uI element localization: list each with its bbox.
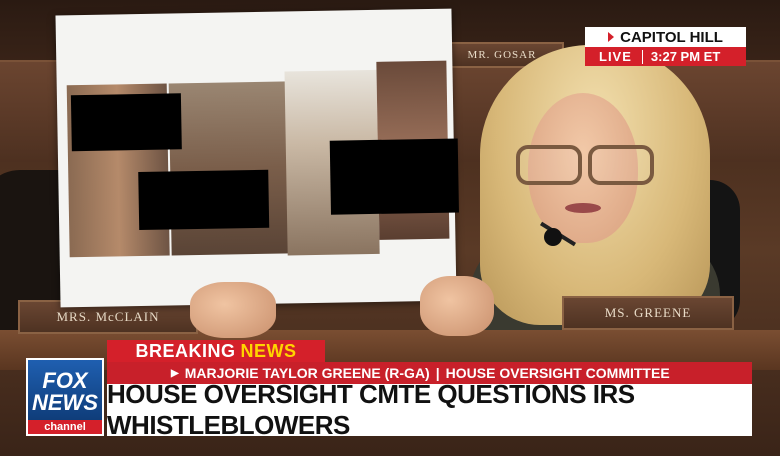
- hand-left: [190, 282, 276, 338]
- redaction-box: [138, 169, 270, 231]
- speaker-mouth: [565, 203, 601, 213]
- breaking-news-banner: BREAKING NEWS: [107, 340, 325, 362]
- fox-news-logo: FOX NEWS channel: [26, 358, 104, 436]
- speaker-glasses: [516, 145, 656, 185]
- glasses-lens-right: [588, 145, 654, 185]
- logo-line-3: channel: [28, 420, 102, 434]
- speaker-figure: [470, 45, 730, 345]
- hand-right: [420, 276, 494, 336]
- glasses-lens-left: [516, 145, 582, 185]
- poster-photo-2: [168, 81, 292, 256]
- video-frame: MR. GOSAR MRS. McCLAIN MS. GREENE CAPITO…: [0, 0, 780, 456]
- bug-network-label: CAPITOL HILL: [620, 28, 723, 46]
- microphone-head: [544, 228, 562, 246]
- live-label: LIVE: [599, 49, 632, 64]
- breaking-label: BREAKING: [135, 340, 236, 361]
- network-bug: CAPITOL HILL LIVE 3:27 PM ET: [585, 27, 746, 67]
- logo-line-2: NEWS: [32, 390, 98, 415]
- held-poster: [55, 8, 459, 308]
- arrow-right-icon: ▶: [171, 367, 179, 379]
- bug-title: CAPITOL HILL: [585, 27, 746, 47]
- redaction-box: [70, 93, 182, 152]
- play-triangle-icon: [608, 32, 615, 42]
- news-label: NEWS: [240, 340, 297, 361]
- time-label: 3:27 PM ET: [650, 49, 721, 64]
- nameplate-greene: MS. GREENE: [562, 296, 734, 330]
- chyron-headline: HOUSE OVERSIGHT CMTE QUESTIONS IRS WHIST…: [107, 379, 752, 440]
- redaction-box: [329, 138, 459, 215]
- bug-live-bar: LIVE 3:27 PM ET: [585, 47, 746, 66]
